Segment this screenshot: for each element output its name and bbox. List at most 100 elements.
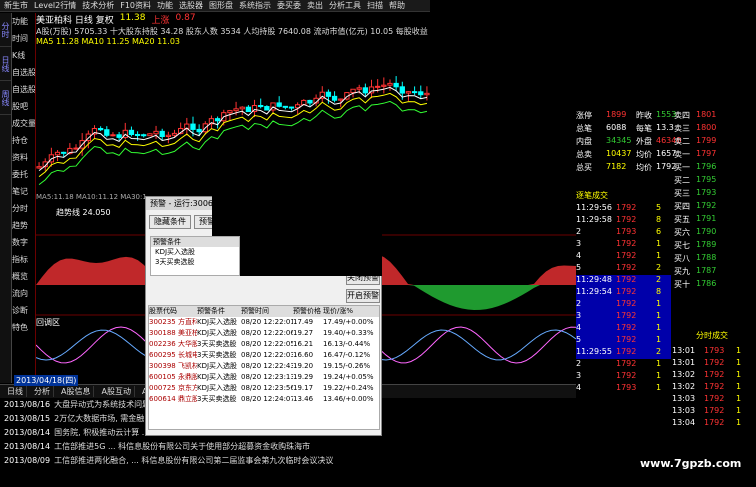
fen-volume: 1 [736, 358, 742, 367]
alert-table[interactable]: 股票代码预警条件预警时间预警价格现价/涨%300235 方直科技KDJ买入选股0… [148, 305, 380, 430]
tick-volume: 1 [656, 251, 662, 260]
candle-body [116, 134, 122, 138]
news-date: 2013/08/16 [4, 400, 51, 409]
candle-body [190, 123, 196, 130]
cond-item[interactable]: KDJ买入选股 [151, 247, 239, 257]
candlestick-chart[interactable] [36, 48, 430, 193]
cond-item[interactable]: 3天买卖选股 [151, 257, 239, 267]
side-menu-item[interactable]: 自选股 [12, 64, 35, 81]
table-header-cell[interactable]: 预警价格 [293, 306, 323, 317]
bottom-tab[interactable]: A股信息 [58, 386, 95, 397]
menu-item[interactable]: 选股器 [179, 0, 203, 11]
side-menu-item[interactable]: 诊断 [12, 302, 35, 319]
date-label: 2013/04/18(四) [14, 375, 79, 386]
side-menu-item[interactable]: 委托 [12, 166, 35, 183]
side-menu-item[interactable]: K线 [12, 47, 35, 64]
candle-body [128, 129, 135, 135]
tick-time: 11:29:56 [576, 203, 612, 212]
open-alert-button[interactable]: 开启预警 [346, 289, 380, 303]
side-menu-item[interactable]: 特色 [12, 319, 35, 336]
table-row[interactable]: 000725 京东方AKDJ买入选股08/20 12:23:5619.17 19.… [149, 383, 379, 394]
menu-item[interactable]: 功能 [157, 0, 173, 11]
change-label: 上涨 [151, 16, 170, 25]
menu-item[interactable]: 技术分析 [82, 0, 114, 11]
left-tab[interactable]: 分时 [0, 13, 11, 47]
candle-body [387, 82, 393, 86]
side-menu-item[interactable]: 资料 [12, 149, 35, 166]
table-header-cell[interactable]: 预警时间 [241, 306, 293, 317]
table-cell: 600614 鼎立股份 [149, 395, 197, 403]
quote-value: 6088 [606, 123, 627, 132]
table-cell: 600295 长城电脑 [149, 351, 197, 359]
menu-item[interactable]: 卖出 [307, 0, 323, 11]
news-row[interactable]: 2013/08/14 工信部推进5G ... 科信息股份有限公司关于使用部分超募资… [0, 440, 576, 454]
side-menu-item[interactable]: 时间 [12, 30, 35, 47]
news-row[interactable]: 2013/08/09 工信部推进两化融合, ... 科信息股份有限公司第二届监事会… [0, 454, 576, 468]
table-cell: 17.49 [293, 318, 314, 326]
tick-volume: 8 [656, 287, 662, 296]
side-menu-item[interactable]: 指标 [12, 251, 35, 268]
side-menu-item[interactable]: 自选股 [12, 81, 35, 98]
side-menu-item[interactable]: 成交量 [12, 115, 35, 132]
side-menu-item[interactable]: 流向 [12, 285, 35, 302]
left-tab[interactable]: 周线 [0, 81, 11, 115]
order-level-price: 1793 [696, 188, 717, 197]
chart-stats: A股(万股) 5705.33 十大股东持股 34.28 股东人数 3534 人均… [36, 26, 430, 48]
table-cell: 08/20 12:22:01 [241, 318, 293, 326]
menu-item[interactable]: Level2行情 [34, 0, 76, 11]
menu-item[interactable]: 系统指示 [239, 0, 271, 11]
candle-body [159, 130, 165, 138]
side-menu-item[interactable]: 股吧 [12, 98, 35, 115]
side-menu-item[interactable]: 功能 [12, 13, 35, 30]
side-menu-item[interactable]: 笔记 [12, 183, 35, 200]
condition-list[interactable]: 预警条件 KDJ买入选股 3天买卖选股 [150, 236, 240, 276]
table-row[interactable]: 600105 永鼎股份KDJ买入选股08/20 12:23:1319.29 19.… [149, 372, 379, 383]
side-menu-item[interactable]: 概览 [12, 268, 35, 285]
side-menu-item[interactable]: 持仓 [12, 132, 35, 149]
table-row[interactable]: 300398 飞凯材料KDJ买入选股08/20 12:22:4319.20 19.… [149, 361, 379, 372]
tick-time: 3 [576, 311, 582, 320]
side-menu-item[interactable]: 数字 [12, 234, 35, 251]
candle-body [110, 134, 116, 137]
candle-body [338, 98, 344, 101]
bottom-tab[interactable]: A股互动 [98, 386, 135, 397]
candle-body [288, 106, 295, 109]
tick-time: 3 [576, 239, 582, 248]
table-row[interactable]: 300188 美亚柏科KDJ买入选股08/20 12:22:0619.27 19.… [149, 328, 379, 339]
menu-item[interactable]: 新生市 [4, 0, 28, 11]
side-menu-item[interactable]: 趋势 [12, 217, 35, 234]
table-header-cell[interactable]: 预警条件 [197, 306, 241, 317]
left-tab[interactable]: 日线 [0, 47, 11, 81]
side-menu-item[interactable]: 分时 [12, 200, 35, 217]
table-cell: 08/20 12:22:05 [241, 340, 293, 348]
quote-label: 昨收 [636, 111, 652, 120]
bottom-tab[interactable]: 日线 [4, 386, 27, 397]
table-row[interactable]: 002236 大华股份3天买卖选股 08/20 12:22:0516.21 16.1… [149, 339, 379, 350]
table-row[interactable]: 600614 鼎立股份3天买卖选股 08/20 12:24:0713.46 13.4… [149, 394, 379, 405]
quote-label: 外盘 [636, 137, 652, 146]
quote-value: 1899 [606, 110, 627, 119]
tick-price: 1792 [616, 275, 637, 284]
menu-item[interactable]: 分析工具 [329, 0, 361, 11]
menu-item[interactable]: 帮助 [389, 0, 405, 11]
table-cell: KDJ买入选股 [197, 362, 238, 370]
menu-item[interactable]: F10资料 [120, 0, 151, 11]
hide-conditions-button[interactable]: 隐藏条件 [149, 215, 191, 229]
chart-title-bar: 美亚柏科 日线 复权 11.38 上涨 0.87 [36, 13, 430, 25]
table-cell: 19.15/-0.26% [323, 362, 371, 370]
menu-item[interactable]: 委买委 [277, 0, 301, 11]
tick-time: 11:29:48 [576, 275, 612, 284]
tick-price: 1792 [616, 347, 637, 356]
candle-body [36, 166, 42, 169]
table-cell: 002236 大华股份 [149, 340, 197, 348]
table-header-cell[interactable]: 现价/涨% [323, 306, 379, 317]
order-level-label: 买四 [674, 202, 690, 211]
bottom-tab[interactable]: 分析 [31, 386, 54, 397]
order-level-price: 1799 [696, 136, 717, 145]
menu-item[interactable]: 图形盘 [209, 0, 233, 11]
table-header-cell[interactable]: 股票代码 [149, 306, 197, 317]
table-row[interactable]: 600295 长城电脑3天买卖选股 08/20 12:22:0316.60 16.4… [149, 350, 379, 361]
menu-item[interactable]: 扫描 [367, 0, 383, 11]
table-row[interactable]: 300235 方直科技KDJ买入选股08/20 12:22:0117.49 17.… [149, 317, 379, 328]
order-level-price: 1795 [696, 175, 717, 184]
